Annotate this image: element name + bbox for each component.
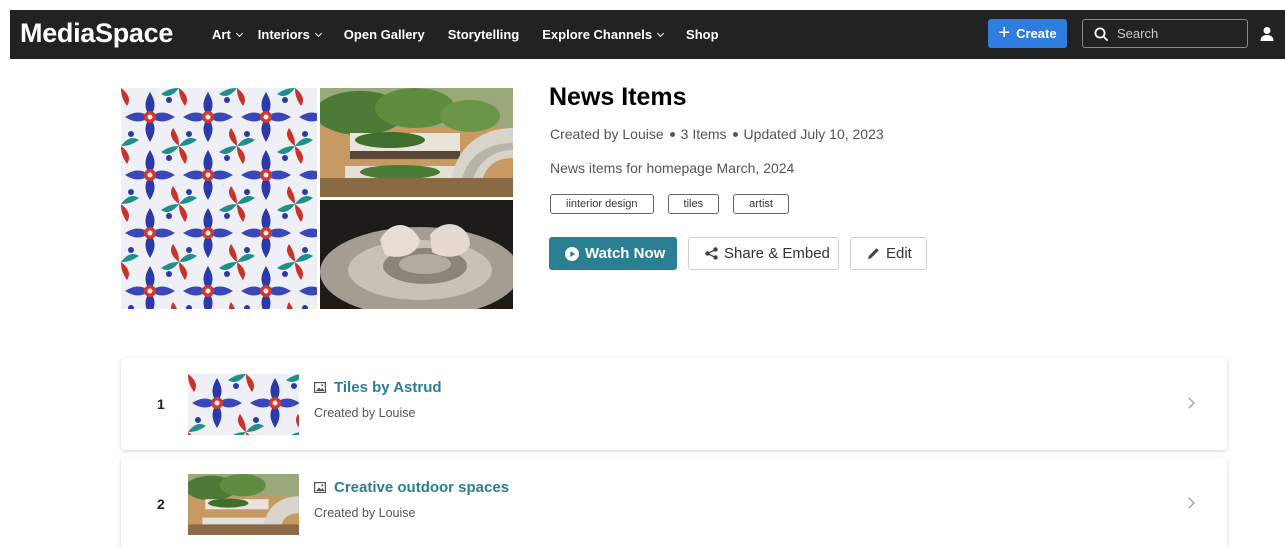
share-embed-button[interactable]: Share & Embed bbox=[688, 237, 839, 270]
image-icon bbox=[314, 482, 326, 493]
main-nav: Art Interiors Open Gallery Storytelling … bbox=[212, 10, 719, 59]
updated-date: Updated July 10, 2023 bbox=[743, 126, 884, 142]
nav-label: Shop bbox=[686, 27, 719, 42]
tag[interactable]: iinterior design bbox=[550, 194, 654, 214]
nav-label: Explore Channels bbox=[542, 27, 653, 42]
item-creator: Created by Louise bbox=[314, 406, 416, 420]
tag[interactable]: tiles bbox=[667, 194, 720, 214]
chevron-down-icon bbox=[235, 29, 243, 37]
list-item[interactable]: 1 Tiles by Astrud Created by Louise bbox=[121, 358, 1227, 450]
item-title[interactable]: Creative outdoor spaces bbox=[334, 479, 509, 496]
chevron-down-icon bbox=[657, 29, 665, 37]
edit-button[interactable]: Edit bbox=[850, 237, 927, 270]
nav-explore-channels[interactable]: Explore Channels bbox=[542, 27, 665, 42]
page-title: News Items bbox=[549, 83, 687, 111]
top-navigation-bar: MediaSpace Art Interiors Open Gallery St… bbox=[10, 10, 1285, 59]
share-embed-label: Share & Embed bbox=[724, 245, 830, 262]
item-creator: Created by Louise bbox=[314, 506, 416, 520]
search-field[interactable] bbox=[1082, 19, 1248, 48]
nav-label: Open Gallery bbox=[343, 27, 425, 42]
item-count: 3 Items bbox=[680, 126, 727, 142]
watch-now-label: Watch Now bbox=[585, 245, 666, 262]
playlist-thumbnail-collage[interactable] bbox=[121, 88, 513, 309]
item-index: 2 bbox=[157, 496, 165, 512]
nav-label: Art bbox=[212, 27, 231, 42]
nav-storytelling[interactable]: Storytelling bbox=[448, 27, 520, 42]
nav-label: Interiors bbox=[257, 27, 310, 42]
created-by: Created by Louise bbox=[550, 126, 664, 142]
create-label: Create bbox=[1016, 26, 1057, 41]
tag[interactable]: artist bbox=[733, 194, 789, 214]
separator-dot bbox=[732, 131, 738, 137]
pottery-image bbox=[320, 200, 513, 309]
chevron-right-icon bbox=[1183, 397, 1195, 409]
action-buttons: Watch Now Share & Embed Edit bbox=[549, 237, 927, 270]
item-thumbnail bbox=[188, 374, 299, 435]
nav-open-gallery[interactable]: Open Gallery bbox=[344, 27, 425, 42]
tiles-image bbox=[121, 88, 317, 309]
create-button[interactable]: + Create bbox=[988, 19, 1067, 48]
chevron-right-icon bbox=[1183, 497, 1195, 509]
pencil-icon bbox=[868, 248, 879, 259]
nav-interiors[interactable]: Interiors bbox=[257, 27, 322, 42]
nav-shop[interactable]: Shop bbox=[686, 27, 719, 42]
user-icon[interactable] bbox=[1259, 26, 1275, 42]
item-index: 1 bbox=[157, 396, 165, 412]
separator-dot bbox=[669, 131, 675, 137]
playlist-description: News items for homepage March, 2024 bbox=[550, 160, 795, 176]
watch-now-button[interactable]: Watch Now bbox=[549, 237, 677, 270]
tag-list: iinterior design tiles artist bbox=[550, 194, 803, 214]
chevron-down-icon bbox=[314, 29, 322, 37]
search-icon bbox=[1094, 27, 1108, 41]
plus-icon: + bbox=[998, 21, 1011, 44]
search-input[interactable] bbox=[1117, 26, 1237, 41]
item-title[interactable]: Tiles by Astrud bbox=[334, 379, 442, 396]
item-title-row: Tiles by Astrud bbox=[314, 379, 442, 396]
nav-art[interactable]: Art bbox=[212, 27, 243, 42]
site-logo[interactable]: MediaSpace bbox=[20, 18, 173, 49]
nav-label: Storytelling bbox=[447, 27, 520, 42]
item-title-row: Creative outdoor spaces bbox=[314, 479, 509, 496]
play-circle-icon bbox=[565, 246, 579, 261]
edit-label: Edit bbox=[886, 245, 912, 262]
garden-image bbox=[320, 88, 513, 197]
image-icon bbox=[314, 382, 326, 393]
item-thumbnail bbox=[188, 474, 299, 535]
share-icon bbox=[705, 247, 718, 260]
list-item[interactable]: 2 Creative outdoor spaces Created by Lou… bbox=[121, 458, 1227, 547]
playlist-meta: Created by Louise 3 Items Updated July 1… bbox=[550, 126, 884, 142]
